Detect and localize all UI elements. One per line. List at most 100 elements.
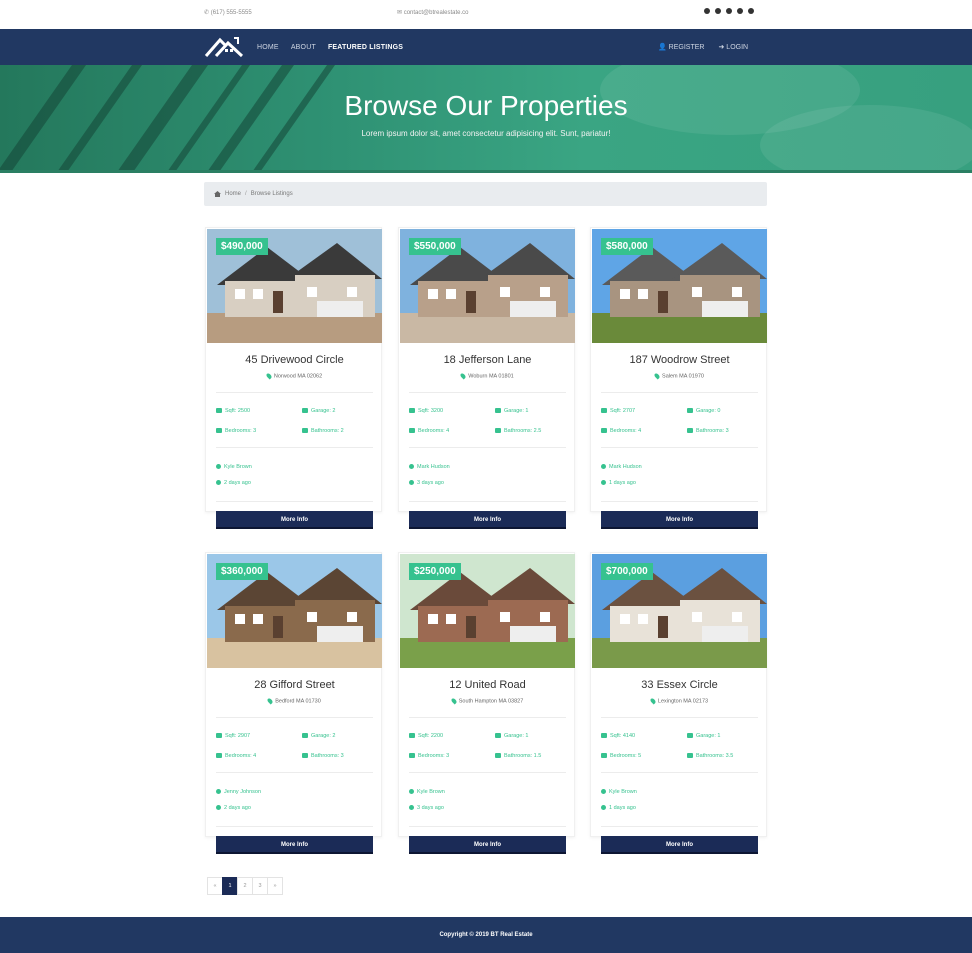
- hero-subtitle: Lorem ipsum dolor sit, amet consectetur …: [361, 129, 611, 138]
- listing-price-badge: $550,000: [409, 238, 461, 255]
- instagram-icon[interactable]: [748, 8, 754, 14]
- area-icon: [409, 408, 415, 414]
- card-divider: [409, 772, 566, 773]
- pagination-page-2[interactable]: 2: [237, 877, 253, 895]
- listing-realtor: Kyle Brown: [409, 789, 445, 795]
- listing-bathrooms: Bathrooms: 2.5: [495, 428, 541, 434]
- listing-realtor-text: Mark Hudson: [417, 464, 450, 470]
- car-icon: [687, 733, 693, 739]
- bath-icon: [302, 753, 308, 759]
- clock-icon: [216, 805, 221, 811]
- listing-date: 1 days ago: [601, 480, 636, 486]
- footer: Copyright © 2019 BT Real Estate: [0, 917, 972, 953]
- card-divider: [601, 392, 758, 393]
- listing-bathrooms: Bathrooms: 3: [302, 753, 344, 759]
- google-icon[interactable]: [726, 8, 732, 14]
- listing-realtor: Kyle Brown: [601, 789, 637, 795]
- social-links: [704, 8, 754, 14]
- login-link[interactable]: ➜ LOGIN: [718, 43, 748, 51]
- clock-icon: [601, 805, 606, 811]
- listing-sqft: Sqft: 2500: [216, 408, 250, 414]
- listing-location-text: South Hampton MA 03827: [458, 698, 524, 705]
- listing-garage-text: Garage: 2: [311, 408, 336, 414]
- more-info-button[interactable]: More Info: [601, 836, 758, 854]
- user-plus-icon: 👤: [658, 44, 667, 51]
- user-icon: [601, 789, 606, 795]
- listing-date-text: 2 days ago: [224, 480, 251, 486]
- house-logo-icon[interactable]: [204, 34, 246, 60]
- pagination-page-3[interactable]: 3: [252, 877, 268, 895]
- listing-location: Salem MA 01970: [591, 372, 768, 380]
- facebook-icon[interactable]: [715, 8, 721, 14]
- card-divider: [601, 501, 758, 502]
- envelope-icon: ✉: [397, 10, 403, 16]
- card-divider: [216, 772, 373, 773]
- area-icon: [409, 733, 415, 739]
- listing-bedrooms-text: Bedrooms: 3: [225, 428, 257, 434]
- bath-icon: [687, 753, 693, 759]
- listing-sqft: Sqft: 2200: [409, 733, 443, 739]
- listing-sqft-text: Sqft: 2200: [418, 733, 444, 739]
- pagination-next[interactable]: »: [267, 877, 283, 895]
- listing-price-badge: $360,000: [216, 563, 268, 580]
- listing-card: $250,000 12 United Road South Hampton MA…: [398, 552, 575, 854]
- nav-link-about[interactable]: ABOUT: [291, 44, 316, 51]
- listing-date-text: 1 days ago: [609, 480, 636, 486]
- more-info-button[interactable]: More Info: [601, 511, 758, 529]
- listing-bedrooms: Bedrooms: 5: [601, 753, 641, 759]
- listing-bedrooms-text: Bedrooms: 5: [610, 753, 642, 759]
- map-marker-icon: [265, 372, 273, 380]
- pagination-prev[interactable]: «: [207, 877, 223, 895]
- phone-icon: ✆: [204, 10, 210, 16]
- listing-realtor: Kyle Brown: [216, 464, 252, 470]
- linkedin-icon[interactable]: [737, 8, 743, 14]
- clock-icon: [409, 805, 414, 811]
- more-info-button[interactable]: More Info: [409, 836, 566, 854]
- area-icon: [601, 408, 607, 414]
- listing-title: 28 Gifford Street: [254, 679, 335, 691]
- nav-link-featured-listings[interactable]: FEATURED LISTINGS: [328, 44, 403, 51]
- card-divider: [216, 826, 373, 827]
- listing-garage: Garage: 2: [302, 733, 335, 739]
- breadcrumb: Home / Browse Listings: [204, 182, 767, 206]
- listing-price-badge: $490,000: [216, 238, 268, 255]
- listing-sqft-text: Sqft: 2500: [225, 408, 251, 414]
- bath-icon: [495, 428, 501, 434]
- nav-link-home[interactable]: HOME: [257, 44, 279, 51]
- pagination-page-1[interactable]: 1: [222, 877, 238, 895]
- listing-price-badge: $700,000: [601, 563, 653, 580]
- car-icon: [495, 408, 501, 414]
- listing-garage: Garage: 1: [687, 733, 720, 739]
- listing-location-text: Bedford MA 01730: [275, 698, 321, 705]
- listing-bedrooms: Bedrooms: 3: [216, 428, 256, 434]
- card-divider: [409, 392, 566, 393]
- more-info-button[interactable]: More Info: [409, 511, 566, 529]
- card-divider: [409, 447, 566, 448]
- listing-sqft: Sqft: 2707: [601, 408, 635, 414]
- more-info-button[interactable]: More Info: [216, 511, 373, 529]
- card-divider: [601, 826, 758, 827]
- listing-sqft: Sqft: 4140: [601, 733, 635, 739]
- nav-links: HOME ABOUT FEATURED LISTINGS: [257, 29, 403, 65]
- listing-bedrooms: Bedrooms: 4: [216, 753, 256, 759]
- listing-date: 2 days ago: [216, 805, 251, 811]
- register-link[interactable]: 👤 REGISTER: [658, 43, 704, 51]
- clock-icon: [601, 480, 606, 486]
- car-icon: [302, 733, 308, 739]
- listing-garage-text: Garage: 1: [696, 733, 721, 739]
- user-icon: [409, 789, 414, 795]
- listing-garage-text: Garage: 1: [504, 733, 529, 739]
- twitter-icon[interactable]: [704, 8, 710, 14]
- listing-location: Norwood MA 02062: [206, 372, 383, 380]
- listing-garage: Garage: 0: [687, 408, 720, 414]
- breadcrumb-home[interactable]: Home: [225, 191, 241, 197]
- more-info-button[interactable]: More Info: [216, 836, 373, 854]
- map-marker-icon: [266, 697, 274, 705]
- pagination: « 1 2 3 »: [207, 877, 283, 895]
- listing-title: 33 Essex Circle: [641, 679, 718, 691]
- hero-title: Browse Our Properties: [344, 90, 628, 121]
- listing-garage: Garage: 2: [302, 408, 335, 414]
- listing-realtor-text: Kyle Brown: [417, 789, 445, 795]
- listing-card: $580,000 187 Woodrow Street Salem MA 019…: [590, 227, 768, 529]
- map-marker-icon: [653, 372, 661, 380]
